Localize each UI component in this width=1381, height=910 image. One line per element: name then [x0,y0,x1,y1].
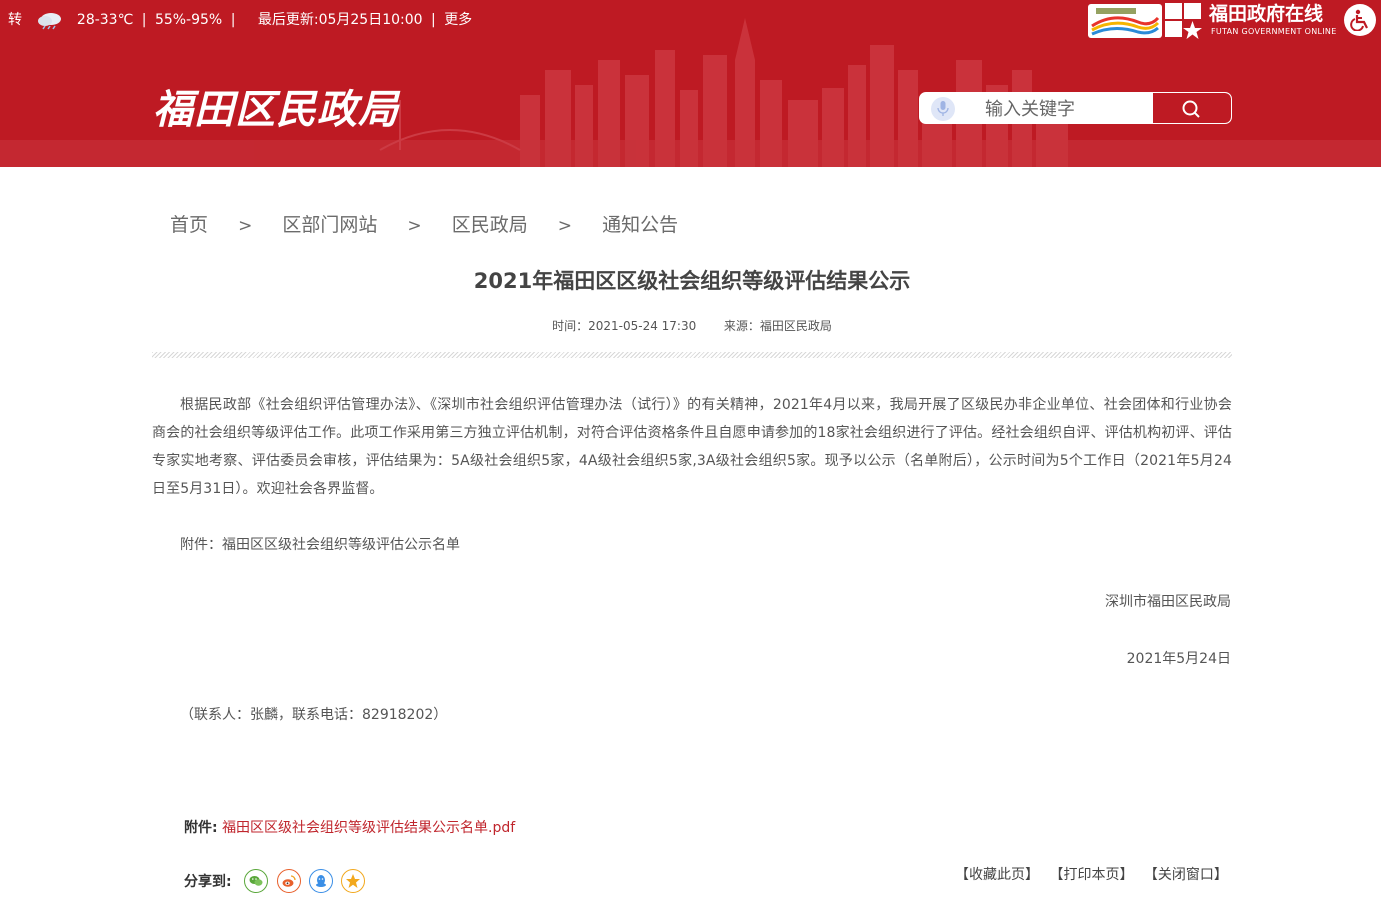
weibo-icon [282,875,296,887]
share-wechat-button[interactable] [244,869,268,893]
signature-date: 2021年5月24日 [1126,651,1231,667]
title-divider [152,352,1232,358]
voice-search-button[interactable] [931,97,955,121]
attachment-label: 附件: [184,820,218,836]
breadcrumb-separator: > [407,216,422,236]
qq-icon [316,875,326,887]
attachment-note: 附件：福田区区级社会组织等级评估公示名单 [180,537,460,553]
weather-more-link[interactable]: 更多 [444,12,472,28]
attachment-link[interactable]: 福田区区级社会组织等级评估结果公示名单.pdf [222,820,515,836]
gov-logo-subtitle: FUTAN GOVERNMENT ONLINE [1211,27,1337,36]
site-title: 福田区民政局 [153,87,399,133]
page-actions: 【收藏此页】 【打印本页】 【关闭窗口】 [955,862,1234,888]
weather-condition: 转 [8,12,22,28]
publish-time: 时间：2021-05-24 17:30 [552,319,697,333]
close-window-link[interactable]: 【关闭窗口】 [1144,867,1228,883]
qzone-star-icon [346,874,360,888]
print-page-link[interactable]: 【打印本页】 [1049,867,1133,883]
cloud-rain-icon [38,13,62,30]
bookmark-page-link[interactable]: 【收藏此页】 [955,867,1039,883]
breadcrumb-home[interactable]: 首页 [170,214,208,236]
wechat-icon [249,876,263,886]
search-box [919,92,1232,124]
attachment-row: 附件: 福田区区级社会组织等级评估结果公示名单.pdf [184,815,515,841]
breadcrumb-notices[interactable]: 通知公告 [602,214,678,236]
share-qzone-button[interactable] [341,869,365,893]
article-meta: 时间：2021-05-24 17:30 来源：福田区民政局 [152,318,1232,334]
breadcrumb-civil-affairs[interactable]: 区民政局 [452,214,528,236]
contact-info: （联系人：张麟，联系电话：82918202） [180,707,448,723]
separator: | [141,12,147,28]
temperature: 28-33℃ [76,12,134,28]
wheelchair-icon [1350,9,1368,31]
search-icon [1182,100,1200,118]
article-body: 根据民政部《社会组织评估管理办法》、《深圳市社会组织评估管理办法（试行）》的有关… [152,397,1232,497]
accessibility-button[interactable] [1344,4,1376,36]
share-weibo-button[interactable] [277,869,301,893]
separator: | [431,12,436,28]
district-emblem-logo[interactable] [1088,4,1162,38]
article-title: 2021年福田区区级社会组织等级评估结果公示 [473,269,911,293]
last-updated: 最后更新:05月25日10:00 [257,12,423,28]
breadcrumb: 首页 > 区部门网站 > 区民政局 > 通知公告 [170,212,678,239]
signature: 深圳市福田区民政局 [1105,594,1231,610]
article-source: 来源：福田区民政局 [723,319,832,333]
share-label: 分享到: [184,874,232,890]
weather-info: 转 28-33℃ | 55%-95% | 最后更新:05月25日10:00 | … [8,0,472,40]
breadcrumb-separator: > [557,216,573,236]
site-header: 转 28-33℃ | 55%-95% | 最后更新:05月25日10:00 | … [0,0,1381,167]
humidity: 55%-95% [154,12,223,28]
breadcrumb-district-sites[interactable]: 区部门网站 [282,214,377,236]
gov-logo-squares-icon [1165,3,1202,39]
separator: | [230,12,236,28]
gov-logo-title: 福田政府在线 [1209,3,1324,25]
gov-online-logo[interactable]: 福田政府在线 FUTAN GOVERNMENT ONLINE [1165,3,1340,39]
share-qq-button[interactable] [309,869,333,893]
microphone-icon [937,101,949,116]
search-input[interactable] [960,93,1177,123]
search-button[interactable] [1153,93,1231,123]
breadcrumb-separator: > [238,216,253,236]
